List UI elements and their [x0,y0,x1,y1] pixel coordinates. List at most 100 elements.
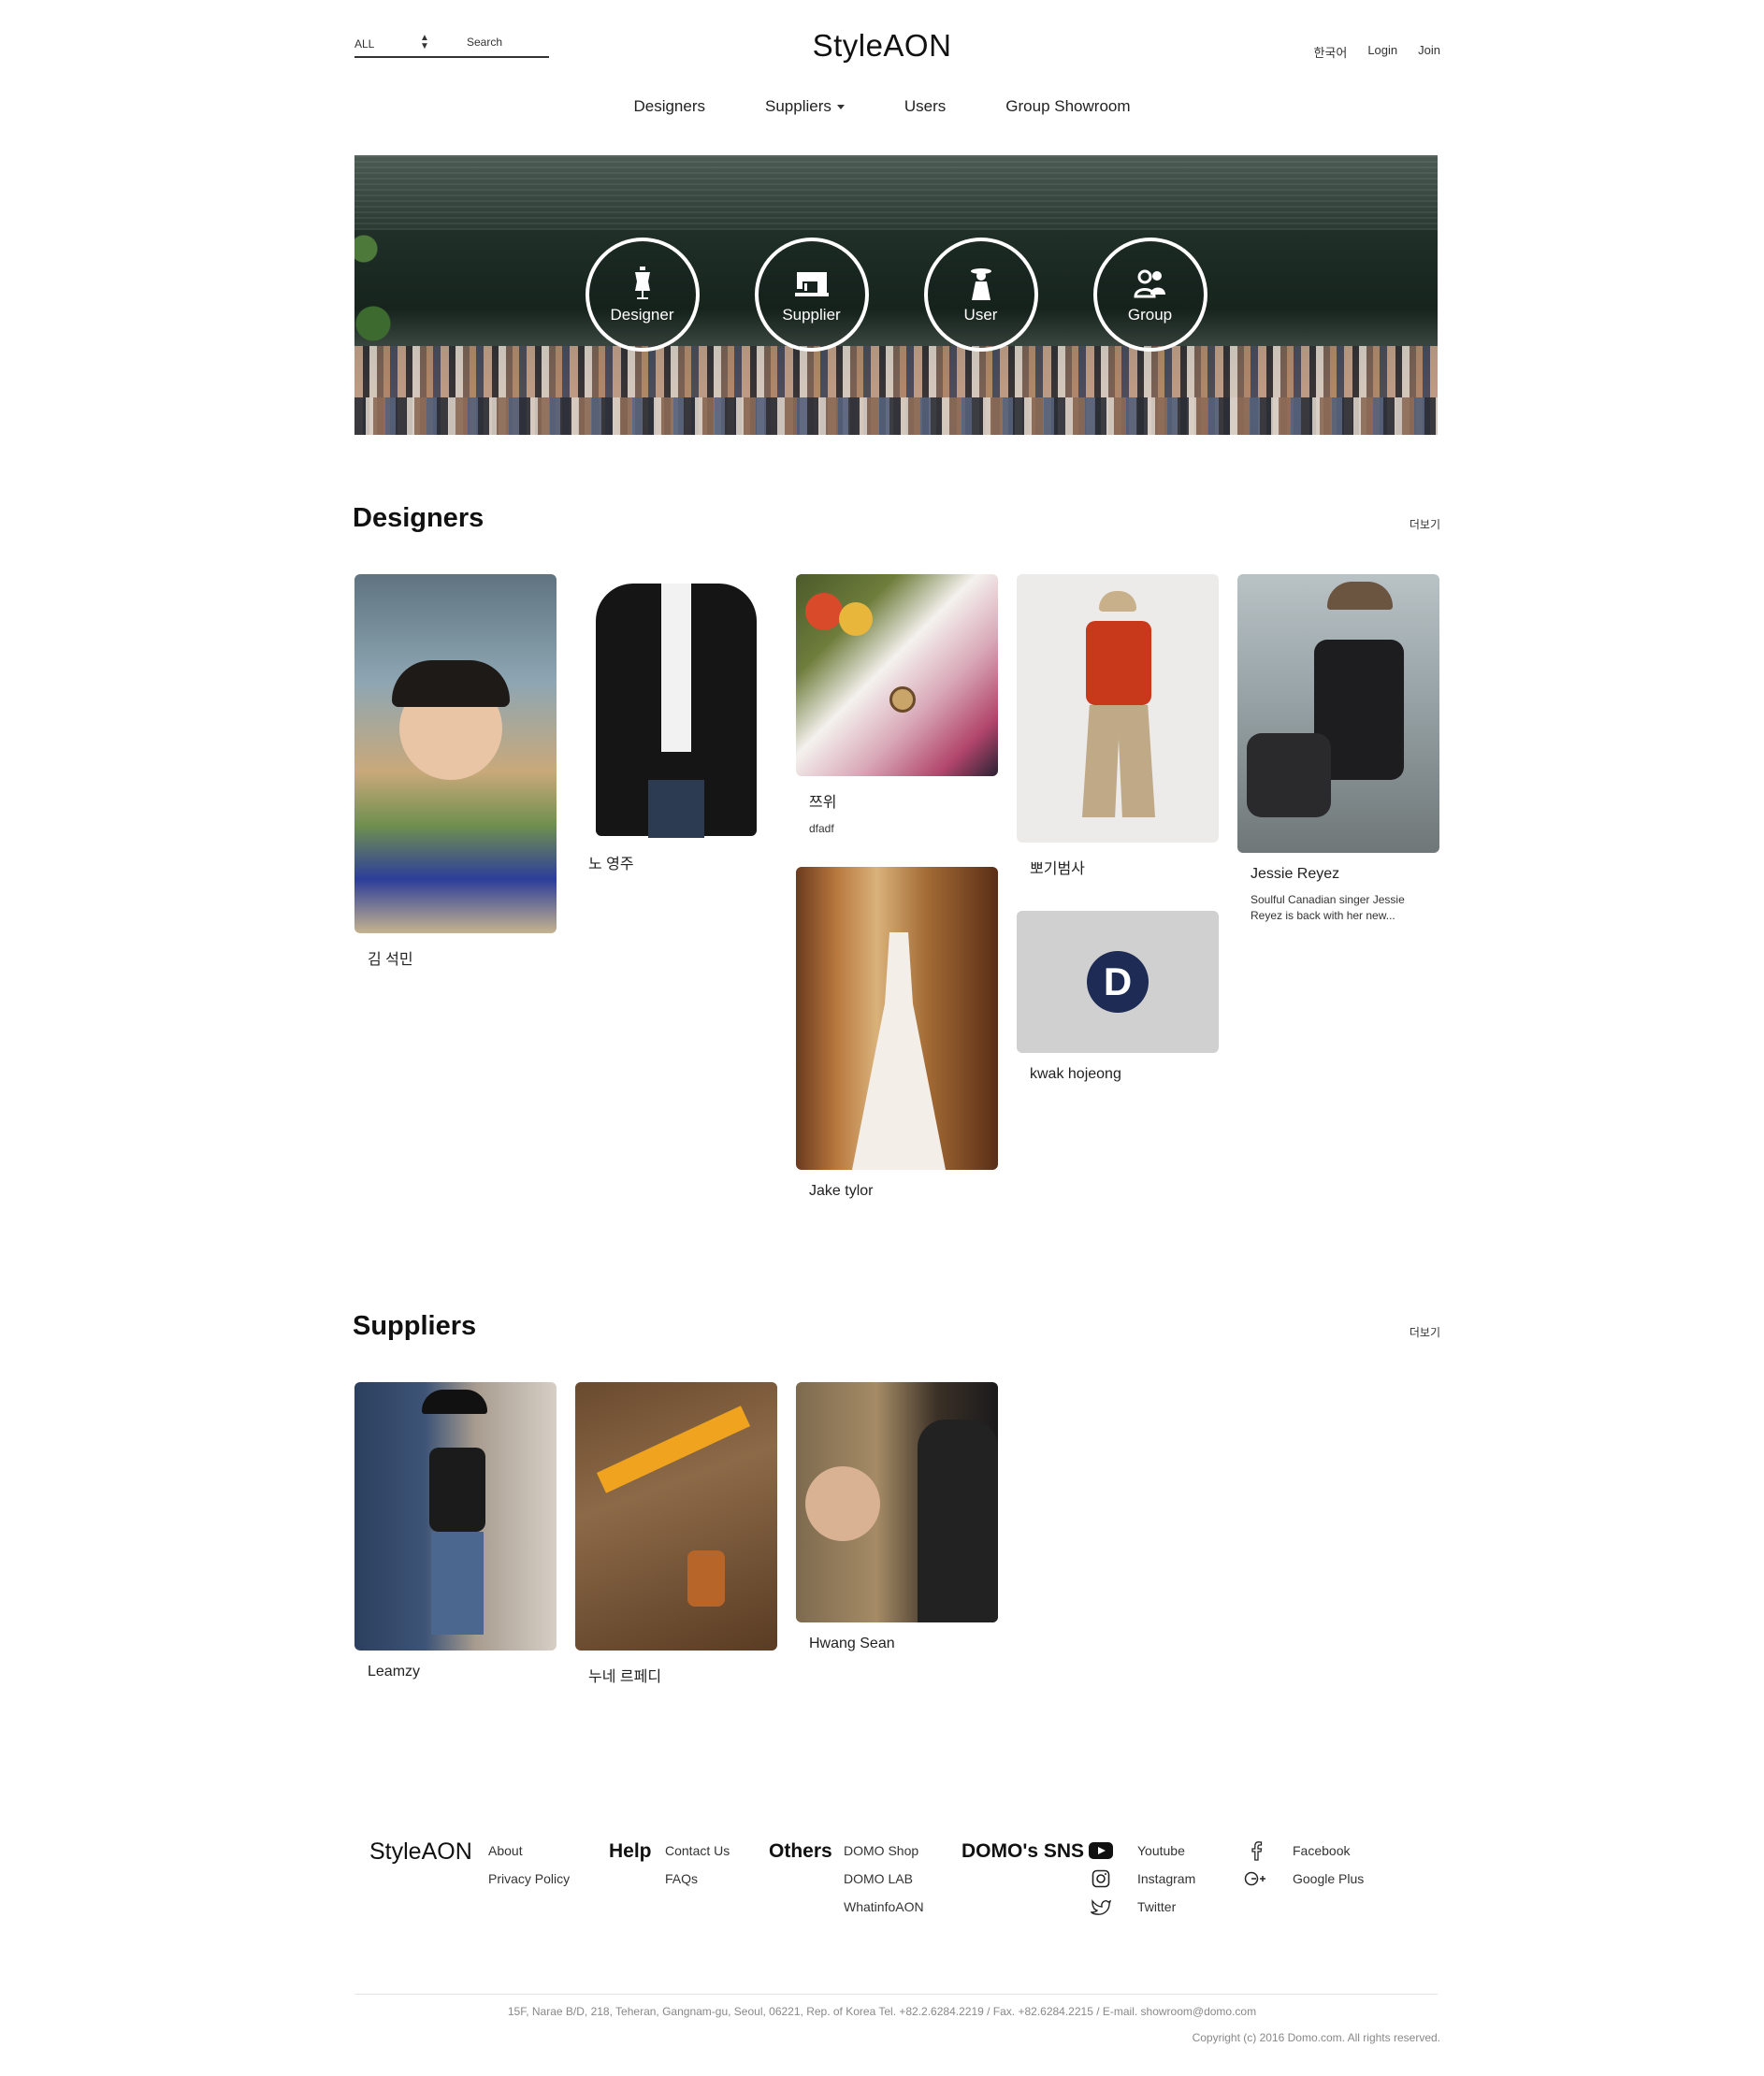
user-menu: 한국어 Login Join [1313,43,1440,61]
about-link[interactable]: About [488,1837,570,1865]
designer-card[interactable]: 뽀기범사 [1017,574,1219,878]
footer-copyright: Copyright (c) 2016 Domo.com. All rights … [1192,2031,1440,2044]
dress-form-icon [634,267,650,299]
footer-help-title: Help [609,1840,652,1862]
jeans [431,1532,484,1635]
supplier-photo [796,1382,998,1622]
designer-name: Jessie Reyez [1251,866,1340,882]
white-shirt [661,584,691,752]
caret-down-icon [836,104,845,109]
supplier-name: Hwang Sean [809,1636,895,1651]
hero-water-background [354,155,1438,230]
wedding-dress [852,932,946,1170]
supplier-photo [575,1382,777,1651]
nav-item-group-showroom[interactable]: Group Showroom [1005,97,1130,116]
designer-name: 김 석민 [368,952,413,968]
designer-card[interactable]: 노 영주 [575,574,777,873]
designer-photo-placeholder: D [1017,911,1219,1053]
privacy-policy-link[interactable]: Privacy Policy [488,1865,570,1893]
supplier-name: Leamzy [368,1664,421,1680]
youtube-icon[interactable] [1089,1841,1113,1860]
designer-name: kwak hojeong [1030,1066,1121,1082]
footer-sns-title: DOMO's SNS [962,1840,1085,1862]
google-plus-icon[interactable] [1244,1869,1268,1888]
rose [805,593,843,630]
child-hair [392,660,510,707]
designer-card[interactable]: 김 석민 [354,574,557,969]
hero-user-button[interactable]: User [923,238,1038,352]
hero-banner: Designer Supplier User Group [354,155,1438,435]
designer-name: 노 영주 [588,857,634,872]
red-top [1086,621,1151,705]
instagram-icon[interactable] [1089,1869,1113,1888]
group-users-icon [1133,269,1165,298]
jeans [648,780,704,838]
suppliers-section-title: Suppliers [353,1311,477,1341]
faqs-link[interactable]: FAQs [665,1865,730,1893]
handbag [1247,733,1331,817]
footer-divider [354,1994,1438,1995]
facebook-icon[interactable] [1244,1841,1268,1861]
hero-supplier-button[interactable]: Supplier [754,238,869,352]
footer-logo[interactable]: StyleAON [369,1838,472,1866]
footer-address: 15F, Narae B/D, 218, Teheran, Gangnam-gu… [507,2005,1257,2018]
domo-lab-link[interactable]: DOMO LAB [844,1865,924,1893]
domo-logo-icon: D [1087,951,1149,1013]
woman-hat-icon [970,268,991,300]
supplier-card[interactable]: Hwang Sean [796,1382,998,1652]
designer-card[interactable]: D kwak hojeong [1017,911,1219,1083]
designer-photo [575,574,777,838]
designer-description: dfadf [809,822,834,835]
footer-brand-links: About Privacy Policy [488,1837,570,1893]
measuring-tape [596,1406,751,1493]
google-plus-link[interactable]: Google Plus [1293,1871,1364,1886]
twitter-icon[interactable] [1089,1897,1113,1916]
watch [889,686,916,713]
designer-card[interactable]: 쯔위 dfadf [796,574,998,837]
main-nav: Designers Suppliers Users Group Showroom [0,97,1764,116]
trousers [1082,705,1155,817]
designer-name: 쯔위 [809,795,837,811]
supplier-card[interactable]: 누네 르페디 [575,1382,777,1686]
hat [422,1390,487,1414]
login-link[interactable]: Login [1367,43,1397,61]
designer-card[interactable]: Jake tylor [796,867,998,1200]
designer-name: 뽀기범사 [1030,861,1085,877]
designer-photo [1017,574,1219,843]
thread-spool [687,1550,725,1607]
suit-jacket [918,1420,998,1622]
designer-photo [796,867,998,1170]
nav-item-users[interactable]: Users [904,97,946,116]
designer-photo [1237,574,1439,853]
hero-designer-button[interactable]: Designer [585,238,700,352]
sewing-machine-icon [794,272,829,296]
footer-others-title: Others [769,1840,832,1862]
supplier-photo [354,1382,557,1651]
whatinfoaon-link[interactable]: WhatinfoAON [844,1893,924,1921]
nav-item-suppliers[interactable]: Suppliers [765,97,845,116]
designer-photo [796,574,998,776]
contact-us-link[interactable]: Contact Us [665,1837,730,1865]
designer-description: Soulful Canadian singer Jessie Reyez is … [1251,893,1405,922]
supplier-card[interactable]: Leamzy [354,1382,557,1680]
language-link[interactable]: 한국어 [1313,43,1347,61]
rose [839,602,873,636]
instagram-link[interactable]: Instagram [1137,1871,1195,1886]
designers-more-link[interactable]: 더보기 [1410,516,1440,532]
site-logo[interactable]: StyleAON [0,28,1764,64]
jacket [429,1448,485,1532]
designer-card[interactable]: Jessie Reyez Soulful Canadian singer Jes… [1237,574,1439,924]
join-link[interactable]: Join [1418,43,1440,61]
hero-category-buttons: Designer Supplier User Group [354,238,1438,352]
facebook-link[interactable]: Facebook [1293,1843,1350,1858]
domo-shop-link[interactable]: DOMO Shop [844,1837,924,1865]
youtube-link[interactable]: Youtube [1137,1843,1185,1858]
designer-photo [354,574,557,933]
twitter-link[interactable]: Twitter [1137,1899,1176,1914]
hero-group-button[interactable]: Group [1092,238,1207,352]
suppliers-more-link[interactable]: 더보기 [1410,1324,1440,1340]
supplier-name: 누네 르페디 [588,1669,662,1685]
designer-name: Jake tylor [809,1183,874,1199]
tailor-face [805,1466,880,1541]
nav-item-designers[interactable]: Designers [633,97,705,116]
